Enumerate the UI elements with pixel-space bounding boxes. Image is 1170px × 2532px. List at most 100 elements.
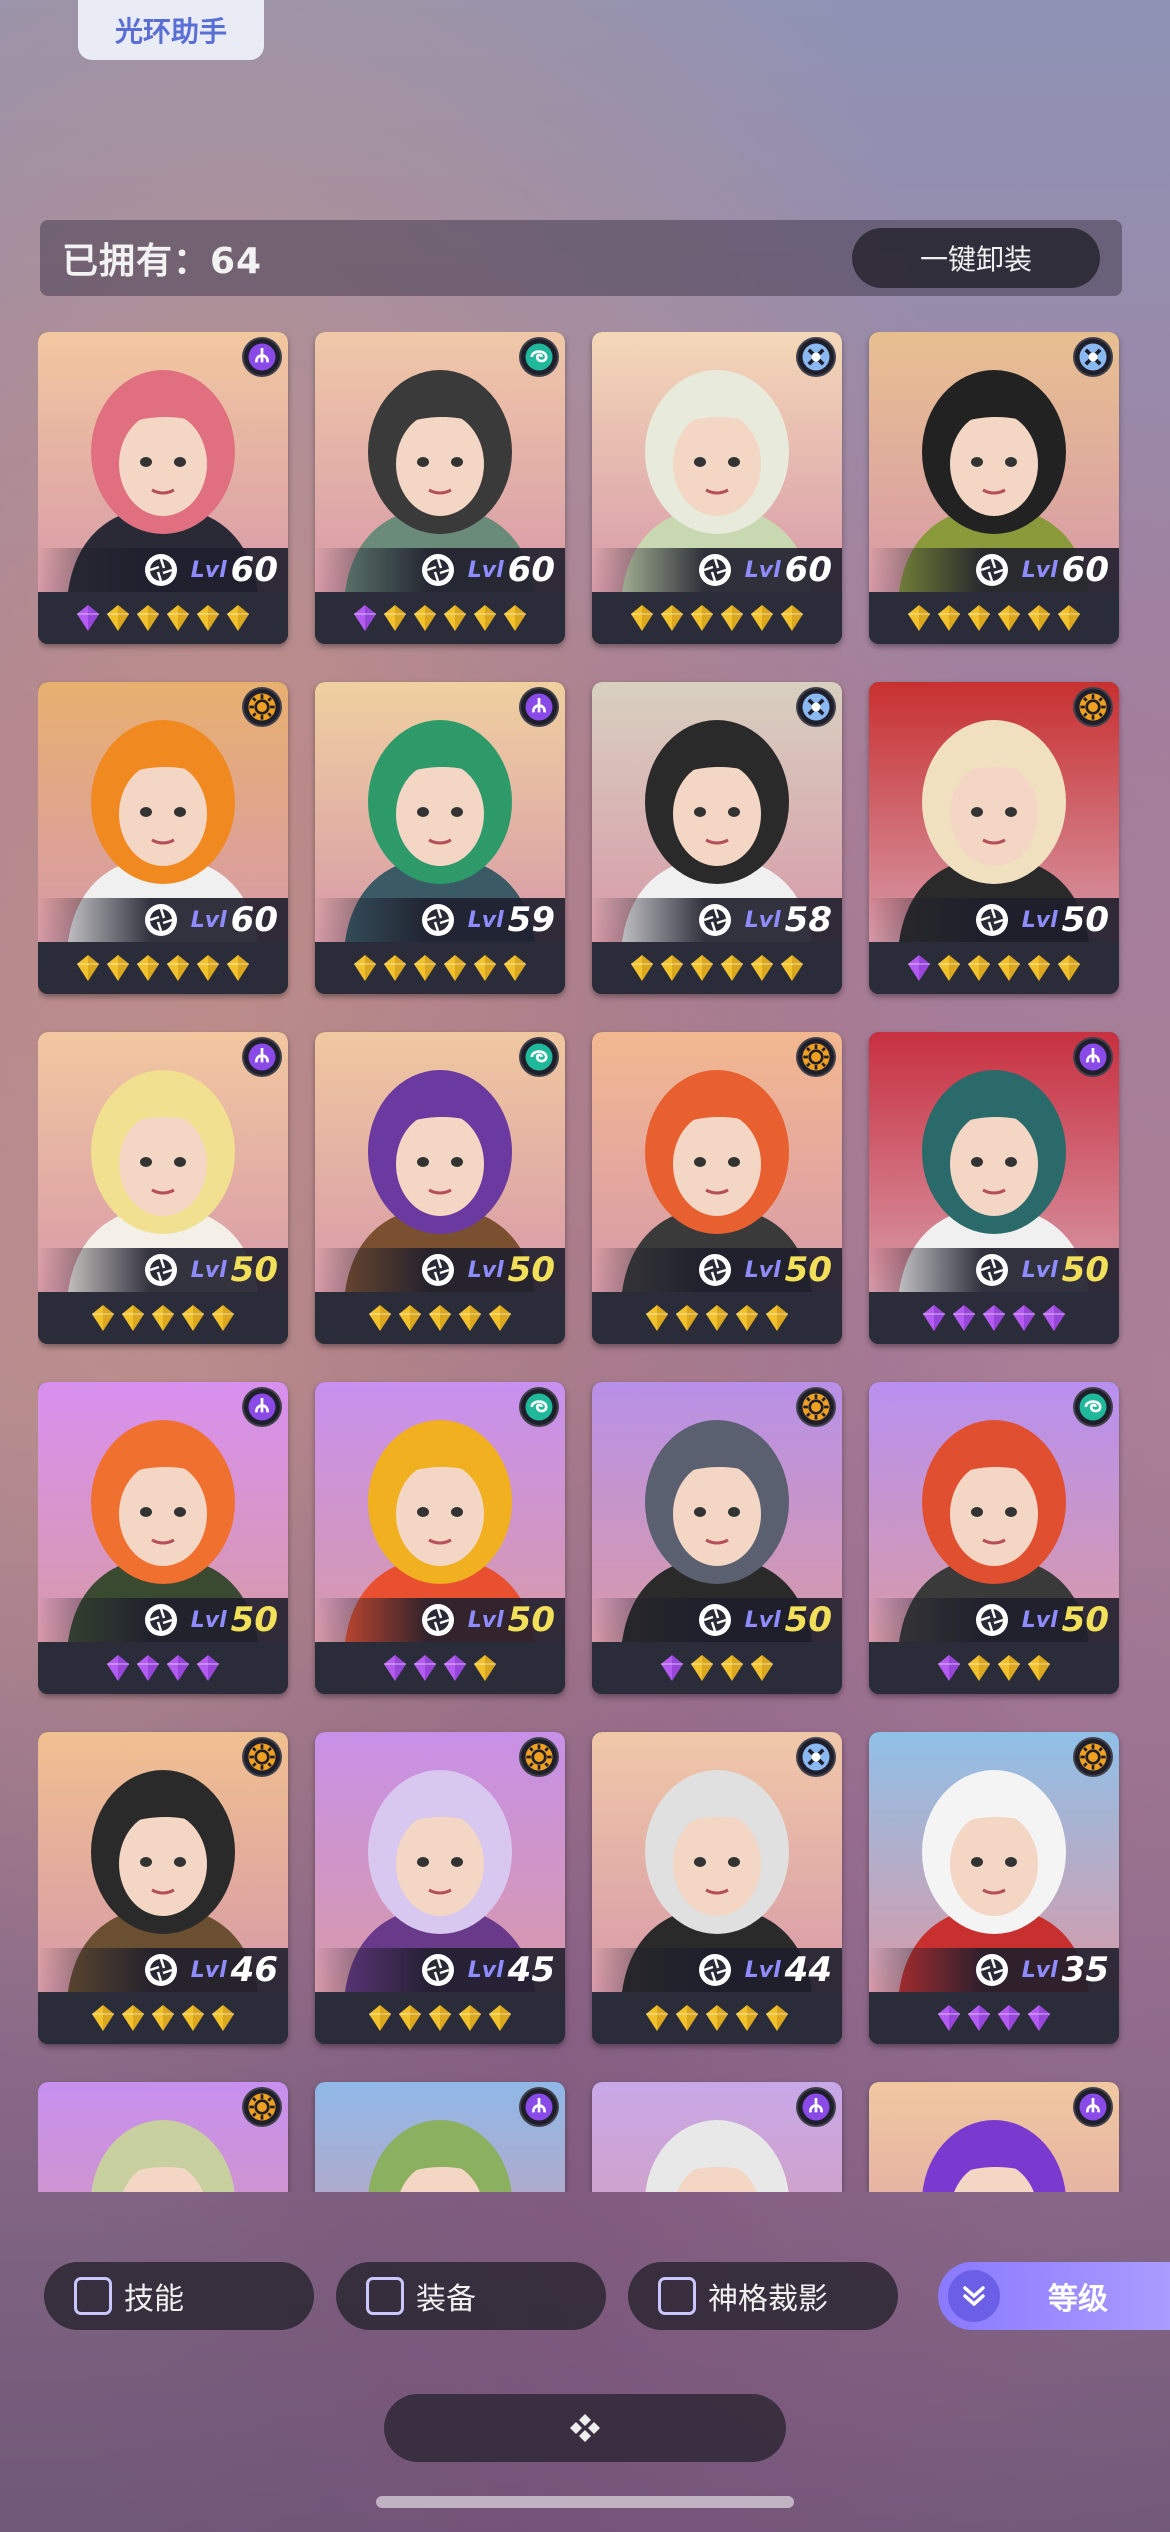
gold-gem-icon [182,1305,204,1331]
level-value: 50 [784,1600,832,1640]
hero-grid: Lvl 60 Lvl 60 Lvl 60 Lvl 60 Lvl 60 Lvl 59 Lvl 58 Lvl 50… [38,332,1132,2192]
home-indicator[interactable] [376,2496,794,2508]
level-prefix: Lvl [190,1257,227,1283]
star-row [869,942,1119,994]
hero-card[interactable]: Lvl 50 [869,1382,1119,1694]
hero-card[interactable]: Lvl 45 [315,1732,565,2044]
level-row: Lvl 60 [38,548,288,592]
gold-gem-icon [212,1305,234,1331]
hero-card[interactable]: Lvl 59 [315,682,565,994]
aperture-icon [698,1254,731,1286]
sun-element-icon [796,1387,836,1427]
gold-gem-icon [137,955,159,981]
sort-level-label: 等级 [1048,2282,1108,2317]
gold-gem-icon [459,2005,481,2031]
hero-card[interactable]: Lvl 50 [315,1032,565,1344]
gold-gem-icon [227,955,249,981]
void-element-icon [242,337,282,377]
hero-card[interactable]: Lvl 58 [592,682,842,994]
purple-gem-icon [998,2005,1020,2031]
aperture-icon [144,1954,177,1986]
level-prefix: Lvl [744,1957,781,1983]
sort-level-button[interactable]: 等级 [938,2262,1170,2330]
hero-card[interactable] [869,2082,1119,2192]
level-prefix: Lvl [1021,1607,1058,1633]
filter-skill[interactable]: 技能 [44,2262,314,2330]
filter-skill-label: 技能 [124,2282,184,2317]
level-row: Lvl 50 [315,1598,565,1642]
hero-card[interactable]: Lvl 50 [869,1032,1119,1344]
hero-card[interactable] [315,2082,565,2192]
gold-gem-icon [77,955,99,981]
level-prefix: Lvl [744,1257,781,1283]
hero-card[interactable]: Lvl 35 [869,1732,1119,2044]
purple-gem-icon [661,1655,683,1681]
hero-card[interactable]: Lvl 60 [38,682,288,994]
gold-gem-icon [646,2005,668,2031]
level-value: 50 [1061,900,1109,940]
gold-gem-icon [474,955,496,981]
hero-card[interactable]: Lvl 60 [38,332,288,644]
sun-element-icon [1073,687,1113,727]
hero-card[interactable]: Lvl 50 [592,1382,842,1694]
level-prefix: Lvl [190,1607,227,1633]
level-row: Lvl 60 [315,548,565,592]
star-row [315,1642,565,1694]
checkbox-icon[interactable] [658,2277,696,2315]
gold-gem-icon [182,2005,204,2031]
star-row [38,942,288,994]
owned-header: 已拥有：64 一键卸装 [40,220,1122,296]
purple-gem-icon [354,605,376,631]
gold-gem-icon [107,605,129,631]
hero-card[interactable]: Lvl 50 [315,1382,565,1694]
gold-gem-icon [137,605,159,631]
gold-gem-icon [721,955,743,981]
hero-card[interactable]: Lvl 50 [592,1032,842,1344]
aperture-icon [698,554,731,586]
aperture-icon [975,904,1008,936]
checkbox-icon[interactable] [366,2277,404,2315]
purple-gem-icon [197,1655,219,1681]
level-value: 60 [230,550,278,590]
gold-gem-icon [369,1305,391,1331]
gold-gem-icon [661,605,683,631]
wind-element-icon [519,1037,559,1077]
hero-card[interactable] [38,2082,288,2192]
filter-divine[interactable]: 神格裁影 [628,2262,898,2330]
star-row [592,1292,842,1344]
hero-card[interactable]: Lvl 50 [38,1382,288,1694]
gold-gem-icon [751,605,773,631]
hero-card[interactable]: Lvl 44 [592,1732,842,2044]
aperture-icon [421,904,454,936]
bottom-menu-handle[interactable] [384,2394,786,2462]
hero-card[interactable]: Lvl 60 [869,332,1119,644]
hero-card[interactable]: Lvl 60 [315,332,565,644]
star-row [315,592,565,644]
hero-card[interactable]: Lvl 46 [38,1732,288,2044]
gold-gem-icon [489,2005,511,2031]
level-row: Lvl 50 [315,1248,565,1292]
checkbox-icon[interactable] [74,2277,112,2315]
hero-card[interactable] [592,2082,842,2192]
hero-grid-viewport[interactable]: Lvl 60 Lvl 60 Lvl 60 Lvl 60 Lvl 60 Lvl 59 Lvl 58 Lvl 50… [38,332,1132,2192]
gold-gem-icon [197,605,219,631]
hero-card[interactable]: Lvl 50 [869,682,1119,994]
gold-gem-icon [212,2005,234,2031]
star-row [38,1642,288,1694]
aperture-icon [421,554,454,586]
cross-element-icon [1073,337,1113,377]
aperture-icon [698,1604,731,1636]
hero-card[interactable]: Lvl 50 [38,1032,288,1344]
gold-gem-icon [474,1655,496,1681]
gold-gem-icon [998,605,1020,631]
purple-gem-icon [107,1655,129,1681]
hero-card[interactable]: Lvl 60 [592,332,842,644]
level-row: Lvl 44 [592,1948,842,1992]
gold-gem-icon [459,1305,481,1331]
level-prefix: Lvl [1021,557,1058,583]
unequip-all-button[interactable]: 一键卸装 [852,228,1100,288]
filter-equipment[interactable]: 装备 [336,2262,606,2330]
level-prefix: Lvl [744,557,781,583]
app-tag[interactable]: 光环助手 [78,0,264,60]
gold-gem-icon [107,955,129,981]
